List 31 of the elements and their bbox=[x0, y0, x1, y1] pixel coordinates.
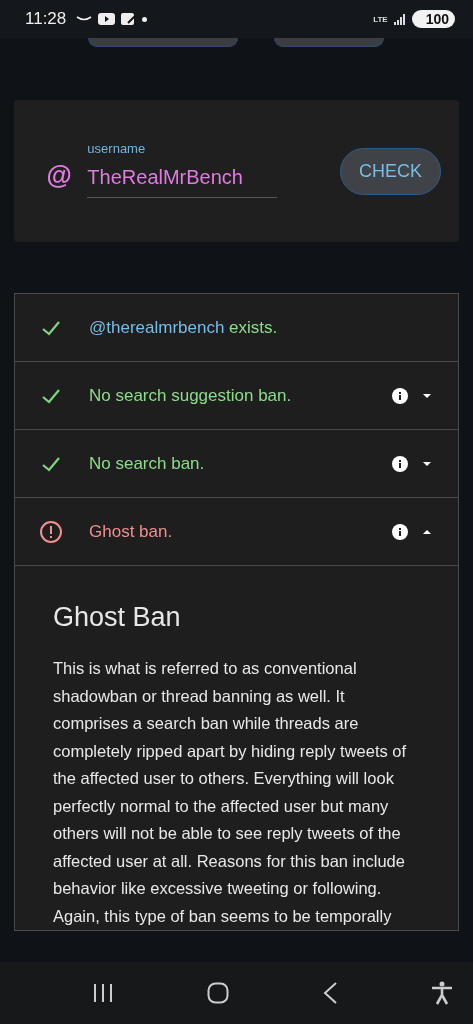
detail-title: Ghost Ban bbox=[53, 602, 182, 633]
check-button[interactable]: CHECK bbox=[340, 147, 441, 195]
network-label: LTE bbox=[373, 14, 388, 24]
at-sign: @ bbox=[46, 159, 72, 191]
result-text: No search suggestion ban. bbox=[89, 385, 293, 406]
caret-icon[interactable] bbox=[422, 528, 432, 535]
result-row[interactable]: @therealmrbench exists. bbox=[15, 294, 458, 362]
alert-icon bbox=[39, 519, 63, 544]
info-icon[interactable] bbox=[392, 387, 408, 404]
result-text: @therealmrbench exists. bbox=[89, 317, 279, 338]
edit-icon bbox=[121, 13, 137, 25]
battery-level: 100 bbox=[411, 10, 455, 28]
accessibility-icon[interactable] bbox=[431, 981, 453, 1005]
result-text: No search ban. bbox=[89, 453, 206, 474]
signal-icon bbox=[393, 13, 406, 25]
back-icon[interactable] bbox=[322, 982, 338, 1004]
clock: 11:28 bbox=[25, 9, 67, 29]
home-icon[interactable] bbox=[207, 982, 229, 1004]
result-text: Ghost ban. bbox=[89, 521, 174, 542]
detail-text: This is what is referred to as conventional shadowban or thread banning as well. It comprises a search ban while threads are completely ripped apart by hiding reply tweets of the affected user to others. Everything will look perfectly normal to the affected user but many others will not be able to see reply tweets of the affected user at all. Reasons for this ban include behavior like excessive tweeting or following. Again, this type of ban seems to be temporally bbox=[53, 658, 408, 927]
info-icon[interactable] bbox=[392, 455, 408, 472]
username-field[interactable]: username TheRealMrBench bbox=[87, 140, 278, 198]
dot-icon bbox=[142, 16, 148, 22]
result-row[interactable]: No search ban. bbox=[15, 430, 458, 498]
info-icon[interactable] bbox=[392, 523, 408, 540]
recent-apps-icon[interactable] bbox=[92, 983, 114, 1003]
result-row[interactable]: Ghost ban. bbox=[15, 498, 458, 566]
play-icon bbox=[98, 13, 116, 25]
result-row[interactable]: No search suggestion ban. bbox=[15, 362, 458, 430]
caret-icon[interactable] bbox=[422, 392, 432, 399]
caret-icon[interactable] bbox=[422, 460, 432, 467]
